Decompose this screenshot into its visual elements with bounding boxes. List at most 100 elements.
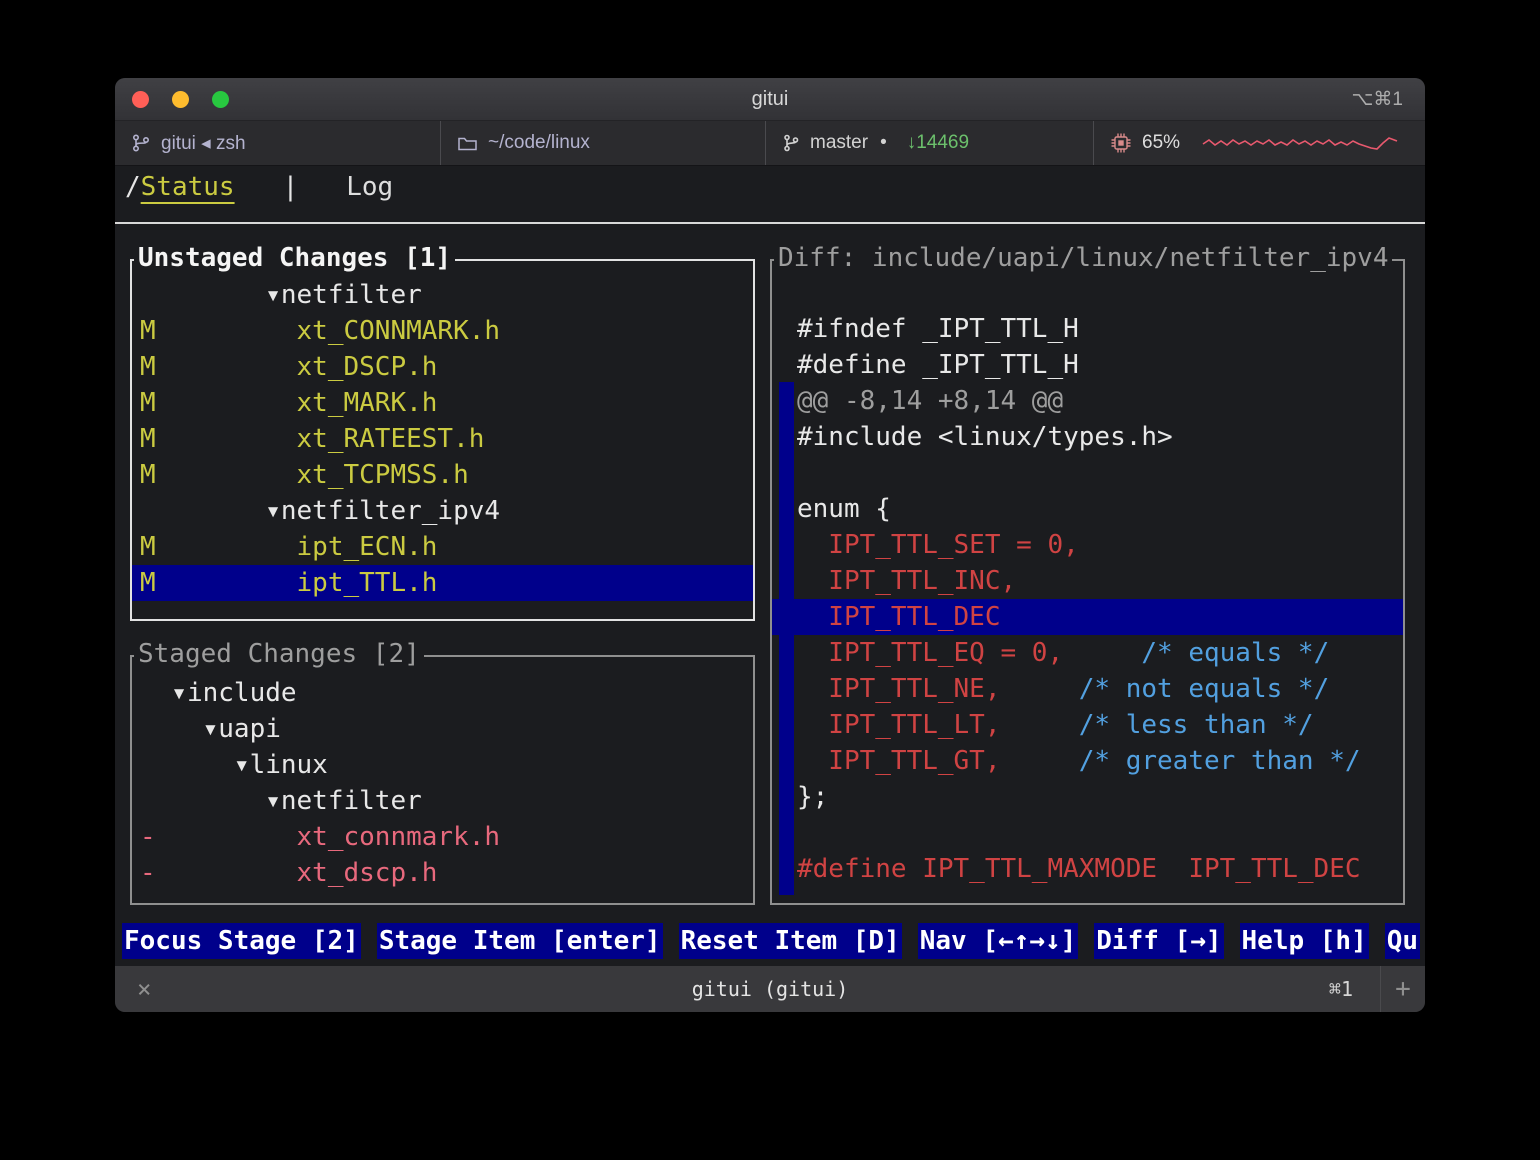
diff-line[interactable]: #define _IPT_TTL_H <box>772 347 1403 383</box>
diff-line[interactable] <box>772 815 1403 851</box>
row-text: IPT_TTL_EQ = 0, <box>797 638 1063 668</box>
diff-line[interactable]: IPT_TTL_LT, /* less than */ <box>772 707 1403 743</box>
tab-separator-line <box>115 222 1425 224</box>
row-text: #include <linux/types.h> <box>797 422 1173 452</box>
row-text: IPT_TTL_LT, <box>797 710 1001 740</box>
row-text: IPT_TTL_INC, <box>797 566 1016 596</box>
row-text: IPT_TTL_GT, <box>797 746 1001 776</box>
row-text: IPT_TTL_SET = 0, <box>797 530 1079 560</box>
key-hint-bar: Focus Stage [2] Stage Item [enter] Reset I… <box>122 923 1425 961</box>
zoom-button[interactable] <box>212 91 229 108</box>
file-row[interactable]: - xt_dscp.h <box>132 855 753 891</box>
diff-line[interactable]: IPT_TTL_NE, /* not equals */ <box>772 671 1403 707</box>
window-shortcut: ⌥⌘1 <box>1352 88 1403 111</box>
diff-line-selected[interactable]: IPT_TTL_DEC <box>772 599 1403 635</box>
unstaged-panel-title: Unstaged Changes [1] <box>134 243 455 273</box>
bottom-bar-title: gitui (gitui) <box>115 977 1425 1001</box>
traffic-lights <box>132 78 229 120</box>
file-row[interactable]: ▾netfilter <box>132 277 753 313</box>
row-text: IPT_TTL_NE, <box>797 674 1001 704</box>
file-row[interactable]: ▾uapi <box>132 711 753 747</box>
key-hint-button[interactable]: Diff [→] <box>1094 923 1223 959</box>
window-title: gitui <box>752 88 789 111</box>
file-row[interactable]: - xt_connmark.h <box>132 819 753 855</box>
row-text: IPT_TTL_DEC <box>797 602 1001 632</box>
row-text: ▾uapi <box>140 714 281 744</box>
row-text: #define IPT_TTL_MAXMODE IPT_TTL_DEC <box>797 854 1361 884</box>
diff-line[interactable]: IPT_TTL_INC, <box>772 563 1403 599</box>
file-row-selected[interactable]: M ipt_TTL.h <box>132 565 753 601</box>
tab-prefix: / <box>125 172 141 202</box>
row-text: M xt_RATEEST.h <box>140 424 484 454</box>
cpu-percentage: 65% <box>1142 132 1180 154</box>
diff-hunk-indicator-bar[interactable] <box>779 382 794 895</box>
row-text: M ipt_TTL.h <box>140 568 437 598</box>
key-hint-button[interactable]: Reset Item [D] <box>679 923 902 959</box>
key-hint-button[interactable]: Stage Item [enter] <box>377 923 663 959</box>
row-text: /* not equals */ <box>1001 674 1330 704</box>
diff-line[interactable]: }; <box>772 779 1403 815</box>
file-row[interactable]: ▾include <box>132 675 753 711</box>
branch-name: master <box>810 132 868 154</box>
file-row[interactable]: M xt_DSCP.h <box>132 349 753 385</box>
key-hint-button[interactable]: Help [h] <box>1240 923 1369 959</box>
bottom-bar-shortcut: ⌘1 <box>1329 977 1353 1001</box>
file-row[interactable]: ▾linux <box>132 747 753 783</box>
file-row[interactable]: M xt_TCPMSS.h <box>132 457 753 493</box>
unstaged-file-tree: ▾netfilterM xt_CONNMARK.hM xt_DSCP.hM xt… <box>132 277 753 601</box>
tab-divider: | <box>283 172 299 202</box>
tab-status[interactable]: Status <box>141 172 235 202</box>
key-hint-button[interactable]: Qu <box>1385 923 1420 959</box>
row-text: ▾netfilter <box>140 280 422 310</box>
bottom-bar: × gitui (gitui) ⌘1 + <box>115 966 1425 1012</box>
row-text: - xt_dscp.h <box>140 858 437 888</box>
row-text: }; <box>797 782 828 812</box>
session-segment[interactable]: gitui ◂ zsh <box>115 121 440 165</box>
diff-line[interactable] <box>772 455 1403 491</box>
diff-line[interactable]: #ifndef _IPT_TTL_H <box>772 311 1403 347</box>
diff-content: #ifndef _IPT_TTL_H #define _IPT_TTL_H@@ -… <box>772 311 1403 887</box>
key-hint-button[interactable]: Nav [←↑→↓] <box>918 923 1079 959</box>
diff-line[interactable]: enum { <box>772 491 1403 527</box>
tab-log[interactable]: Log <box>346 172 393 202</box>
commits-behind-count: ↓14469 <box>907 132 969 154</box>
row-text: #ifndef _IPT_TTL_H <box>797 314 1079 344</box>
staged-file-tree: ▾include ▾uapi ▾linux ▾netfilter- xt_con… <box>132 675 753 891</box>
path-segment[interactable]: ~/code/linux <box>440 121 765 165</box>
titlebar: gitui ⌥⌘1 <box>115 78 1425 121</box>
row-text: M xt_TCPMSS.h <box>140 460 469 490</box>
session-branch-icon <box>131 133 151 153</box>
file-row[interactable]: M ipt_ECN.h <box>132 529 753 565</box>
diff-line[interactable]: IPT_TTL_GT, /* greater than */ <box>772 743 1403 779</box>
row-text: /* greater than */ <box>1001 746 1361 776</box>
row-text: M xt_CONNMARK.h <box>140 316 500 346</box>
new-tab-button[interactable]: + <box>1380 966 1425 1012</box>
row-text: #define _IPT_TTL_H <box>797 350 1079 380</box>
row-text: ▾linux <box>140 750 328 780</box>
unstaged-changes-panel: Unstaged Changes [1] ▾netfilterM xt_CONN… <box>130 259 755 621</box>
diff-line[interactable]: IPT_TTL_SET = 0, <box>772 527 1403 563</box>
file-row[interactable]: ▾netfilter <box>132 783 753 819</box>
git-segment[interactable]: master • ↓14469 <box>765 121 1093 165</box>
current-path: ~/code/linux <box>488 132 590 154</box>
row-text: M ipt_ECN.h <box>140 532 437 562</box>
terminal-window: gitui ⌥⌘1 gitui ◂ zsh ~/code/linux <box>115 78 1425 1012</box>
file-row[interactable]: M xt_CONNMARK.h <box>132 313 753 349</box>
branch-status-dot: • <box>880 132 887 154</box>
diff-panel: Diff: include/uapi/linux/netfilter_ipv4 … <box>770 259 1405 905</box>
close-button[interactable] <box>132 91 149 108</box>
staged-changes-panel: Staged Changes [2] ▾include ▾uapi ▾linux… <box>130 655 755 905</box>
diff-line[interactable]: @@ -8,14 +8,14 @@ <box>772 383 1403 419</box>
key-hint-button[interactable]: Focus Stage [2] <box>122 923 361 959</box>
minimize-button[interactable] <box>172 91 189 108</box>
row-text: ▾netfilter <box>140 786 422 816</box>
session-label: gitui ◂ zsh <box>161 132 246 155</box>
file-row[interactable]: M xt_MARK.h <box>132 385 753 421</box>
staged-panel-title: Staged Changes [2] <box>134 639 424 669</box>
diff-line[interactable]: IPT_TTL_EQ = 0, /* equals */ <box>772 635 1403 671</box>
diff-line[interactable]: #define IPT_TTL_MAXMODE IPT_TTL_DEC <box>772 851 1403 887</box>
cpu-segment[interactable]: 65% <box>1093 121 1425 165</box>
file-row[interactable]: M xt_RATEEST.h <box>132 421 753 457</box>
file-row[interactable]: ▾netfilter_ipv4 <box>132 493 753 529</box>
diff-line[interactable]: #include <linux/types.h> <box>772 419 1403 455</box>
